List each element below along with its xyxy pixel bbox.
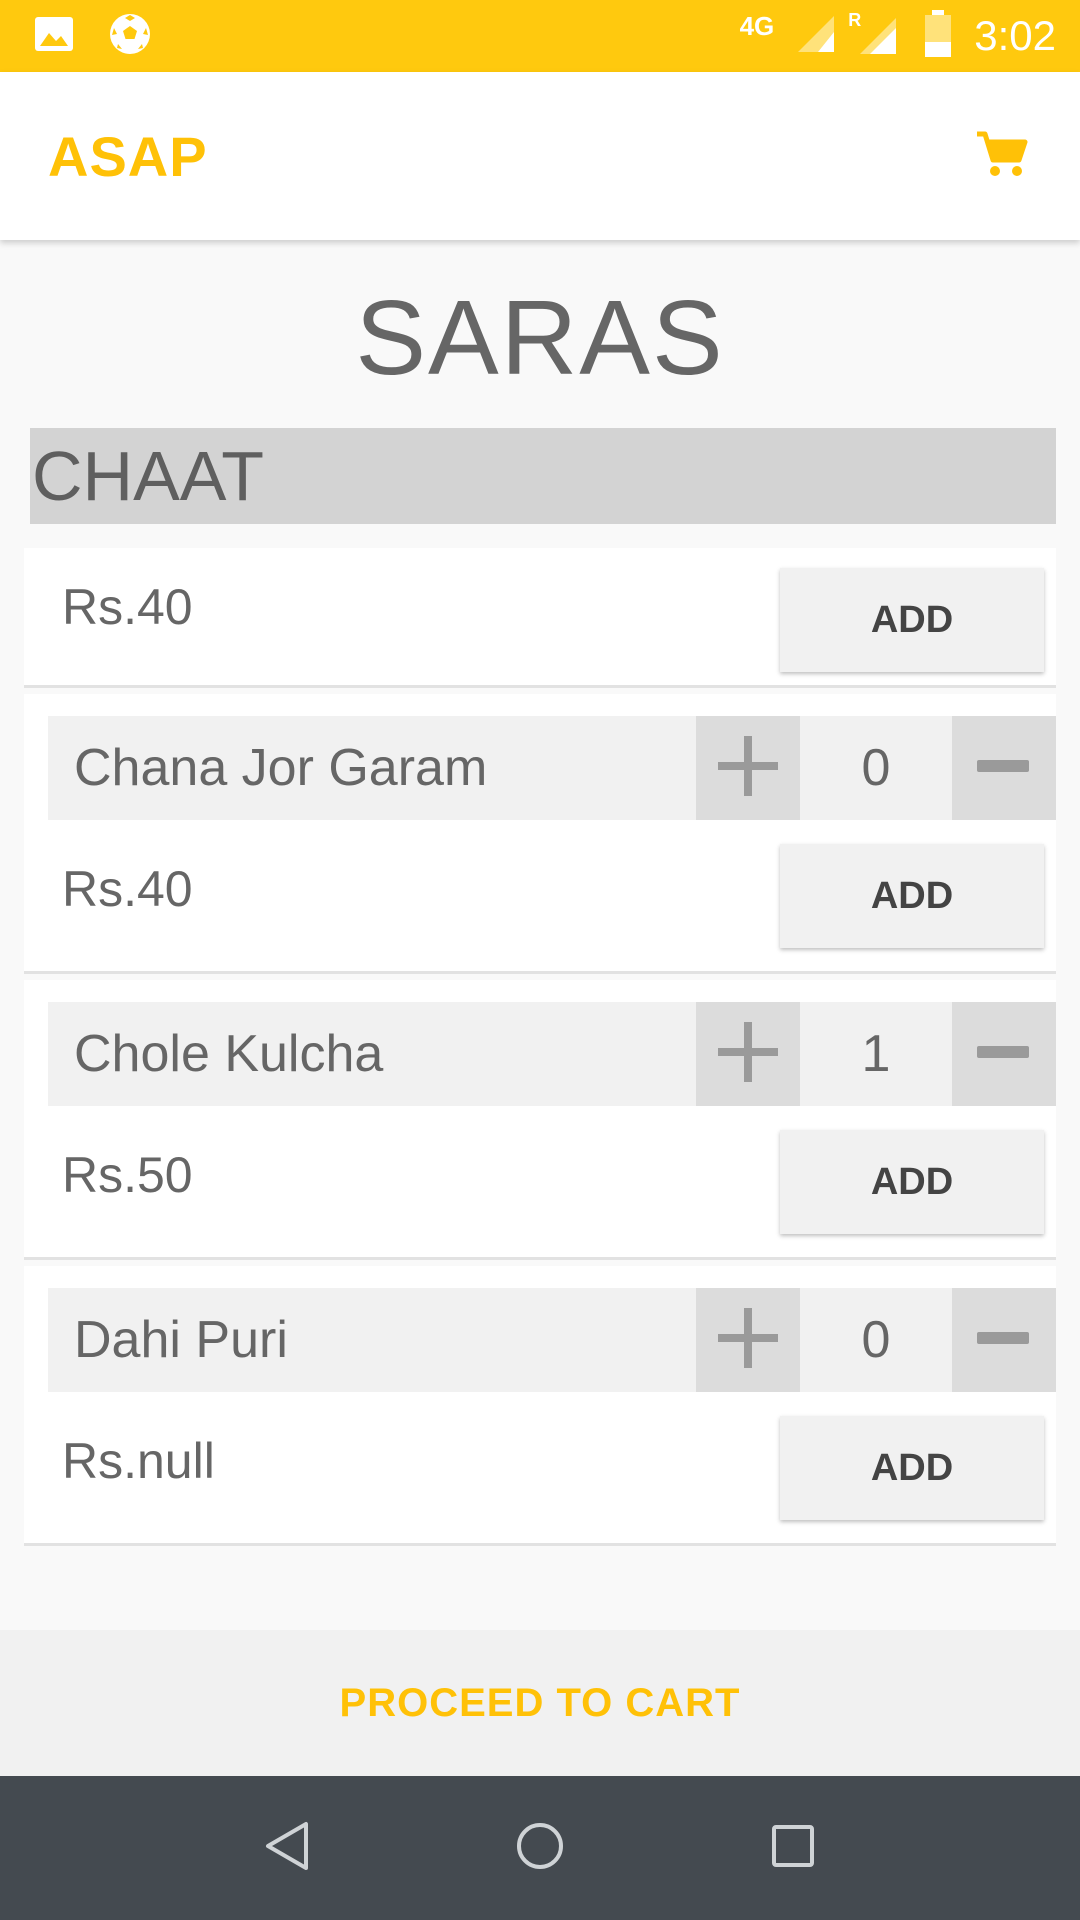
app-bar: ASAP — [0, 72, 1080, 240]
item-price: Rs.50 — [62, 1147, 193, 1203]
cart-button[interactable] — [970, 124, 1034, 188]
roaming-signal-icon: R — [848, 10, 902, 56]
battery-icon — [924, 9, 952, 63]
item-price: Rs.40 — [62, 579, 193, 635]
increase-button[interactable] — [696, 716, 800, 820]
item-price: Rs.40 — [62, 861, 193, 917]
item-quantity: 0 — [861, 739, 891, 797]
home-button[interactable] — [500, 1808, 580, 1888]
home-icon — [515, 1821, 565, 1876]
minus-icon — [977, 1044, 1031, 1065]
add-button[interactable]: ADD — [780, 568, 1044, 672]
proceed-to-cart-button[interactable]: PROCEED TO CART — [0, 1630, 1080, 1776]
gallery-icon — [34, 16, 74, 57]
back-button[interactable] — [247, 1808, 327, 1888]
plus-icon — [716, 1306, 780, 1375]
add-button[interactable]: ADD — [780, 1416, 1044, 1520]
menu-item-card: Chole Kulcha 1 Rs.50 ADD — [24, 980, 1056, 1260]
signal-icon — [796, 14, 836, 59]
roaming-label: R — [848, 10, 862, 30]
plus-icon — [716, 734, 780, 803]
clock: 3:02 — [974, 12, 1056, 59]
increase-button[interactable] — [696, 1002, 800, 1106]
item-name: Chole Kulcha — [74, 1025, 384, 1083]
status-right: 4G R 3:02 — [718, 9, 1056, 63]
item-quantity: 1 — [861, 1025, 891, 1083]
minus-icon — [977, 1330, 1031, 1351]
back-icon — [264, 1821, 310, 1876]
menu-item-card: Rs.40 ADD — [24, 548, 1056, 688]
decrease-button[interactable] — [952, 1002, 1056, 1106]
soccer-ball-icon — [108, 12, 152, 61]
item-row: Chana Jor Garam 0 — [48, 716, 1056, 820]
decrease-button[interactable] — [952, 716, 1056, 820]
plus-icon — [716, 1020, 780, 1089]
category-header: CHAAT — [30, 428, 1056, 524]
item-row: Dahi Puri 0 — [48, 1288, 1056, 1392]
recents-button[interactable] — [753, 1808, 833, 1888]
menu-item-card: Chana Jor Garam 0 Rs.40 ADD — [24, 694, 1056, 974]
system-nav-bar — [0, 1776, 1080, 1920]
minus-icon — [977, 758, 1031, 779]
menu-item-list[interactable]: Rs.40 ADD Chana Jor Garam 0 Rs.40 ADD Ch… — [24, 548, 1056, 1568]
shopping-cart-icon — [975, 130, 1029, 183]
add-button[interactable]: ADD — [780, 844, 1044, 948]
decrease-button[interactable] — [952, 1288, 1056, 1392]
item-quantity: 0 — [861, 1311, 891, 1369]
app-title: ASAP — [48, 124, 208, 188]
add-button[interactable]: ADD — [780, 1130, 1044, 1234]
recents-icon — [770, 1823, 816, 1874]
increase-button[interactable] — [696, 1288, 800, 1392]
status-left — [34, 12, 186, 61]
menu-item-card: Dahi Puri 0 Rs.null ADD — [24, 1266, 1056, 1546]
item-name: Chana Jor Garam — [74, 739, 488, 797]
network-type: 4G — [739, 10, 775, 41]
restaurant-name: SARAS — [355, 279, 725, 397]
item-row: Chole Kulcha 1 — [48, 1002, 1056, 1106]
item-name: Dahi Puri — [74, 1311, 288, 1369]
status-bar: 4G R 3:02 — [0, 0, 1080, 72]
item-price: Rs.null — [62, 1433, 215, 1489]
